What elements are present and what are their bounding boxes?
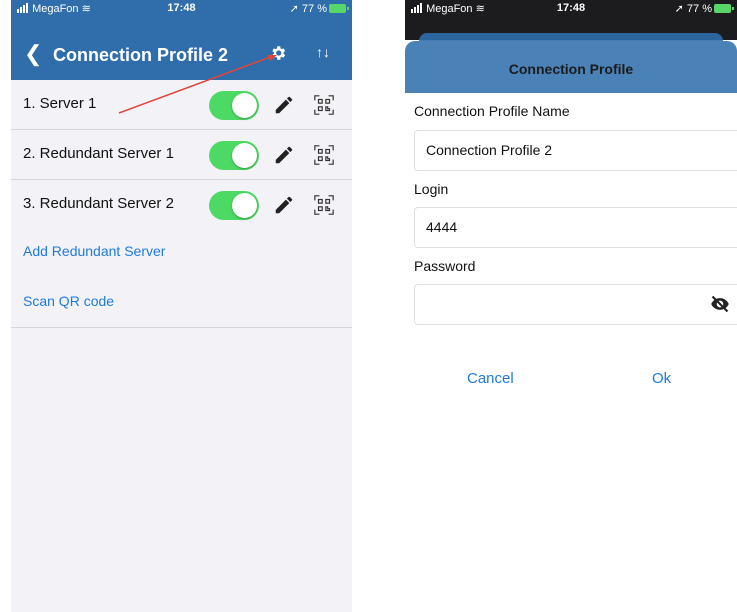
login-value: 4444 (426, 219, 458, 235)
server-label: 2. Redundant Server 1 (23, 145, 174, 162)
battery-percent: 77 % (301, 3, 327, 15)
battery-icon (714, 4, 734, 13)
server-list-screen: MegaFon ≋ 17:48 ➚ 77 % ❮ Connection Prof… (11, 0, 352, 612)
battery-percent: 77 % (686, 3, 712, 15)
add-redundant-server-label: Add Redundant Server (23, 243, 166, 259)
server-toggle[interactable] (209, 91, 259, 120)
eye-off-icon[interactable] (709, 294, 731, 314)
status-bar: MegaFon ≋ 17:48 ➚ 77 % (405, 0, 737, 16)
gear-icon[interactable] (269, 44, 287, 62)
toggle-knob (232, 143, 257, 168)
server-row-3[interactable]: 3. Redundant Server 2 (11, 180, 352, 230)
server-row-1[interactable]: 1. Server 1 (11, 80, 352, 130)
server-label: 3. Redundant Server 2 (23, 195, 174, 212)
server-row-2[interactable]: 2. Redundant Server 1 (11, 130, 352, 180)
add-redundant-server-link[interactable]: Add Redundant Server (11, 227, 352, 278)
battery: ➚ 77 % (290, 2, 349, 15)
page-title: Connection Profile 2 (53, 45, 229, 65)
profile-name-label: Connection Profile Name (414, 103, 570, 119)
navbar: ❮ Connection Profile 2 ↑↓ (11, 35, 352, 80)
toggle-knob (232, 193, 257, 218)
qr-code-icon[interactable] (313, 144, 335, 166)
battery: ➚ 77 % (675, 2, 734, 15)
qr-code-icon[interactable] (313, 194, 335, 216)
server-toggle[interactable] (209, 191, 259, 220)
server-toggle[interactable] (209, 141, 259, 170)
server-label: 1. Server 1 (23, 95, 97, 112)
connection-profile-dialog-screen: MegaFon ≋ 17:48 ➚ 77 % Connection Profil… (405, 0, 737, 612)
back-button[interactable]: ❮ (24, 41, 42, 67)
profile-name-field[interactable]: Connection Profile 2 (414, 130, 737, 171)
pencil-icon[interactable] (273, 194, 295, 216)
dialog-title: Connection Profile (508, 61, 634, 77)
pencil-icon[interactable] (273, 94, 295, 116)
password-label: Password (414, 258, 476, 274)
cancel-button[interactable]: Cancel (467, 370, 514, 387)
ok-button[interactable]: Ok (652, 370, 671, 387)
qr-code-icon[interactable] (313, 94, 335, 116)
pencil-icon[interactable] (273, 144, 295, 166)
profile-name-value: Connection Profile 2 (426, 142, 553, 158)
status-bar: MegaFon ≋ 17:48 ➚ 77 % (11, 0, 352, 16)
battery-icon (329, 4, 349, 13)
dialog-header: Connection Profile (405, 41, 737, 93)
password-field[interactable] (414, 284, 737, 325)
login-label: Login (414, 181, 449, 197)
sort-icon[interactable]: ↑↓ (316, 44, 330, 60)
scan-qr-code-link[interactable]: Scan QR code (11, 277, 352, 328)
login-field[interactable]: 4444 (414, 207, 737, 248)
scan-qr-code-label: Scan QR code (23, 293, 115, 309)
toggle-knob (232, 93, 257, 118)
